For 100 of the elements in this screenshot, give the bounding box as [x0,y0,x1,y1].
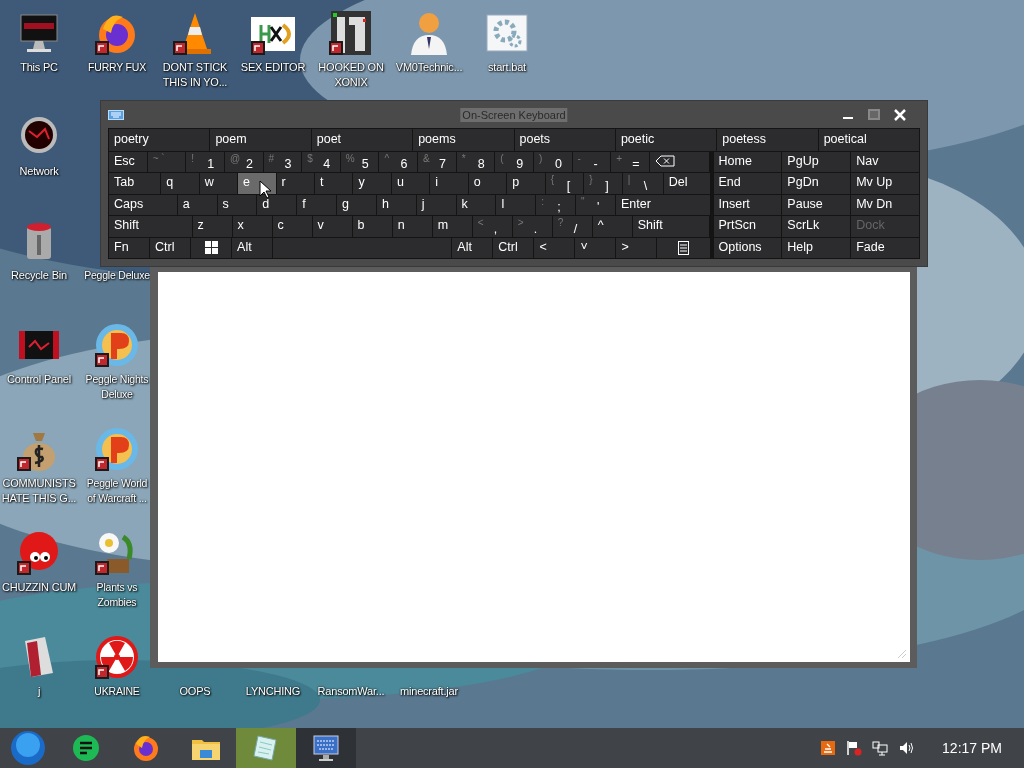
keyboard-key[interactable]: End [713,173,782,194]
keyboard-key[interactable]: m [432,216,472,237]
keyboard-key[interactable]: } ] [584,173,622,194]
keyboard-key[interactable]: + = [611,152,649,173]
keyboard-key[interactable]: - - [572,152,611,173]
keyboard-key[interactable]: < , [472,216,512,237]
keyboard-key[interactable]: ) 0 [533,152,572,173]
icon-label[interactable]: Recycle Bin [0,268,78,283]
icon-label[interactable]: This PC [0,60,78,75]
radiation-icon[interactable] [93,633,141,681]
keyboard-key[interactable]: Mv Dn [851,194,919,216]
keyboard-key[interactable]: | \ [622,173,663,194]
keyboard-key[interactable]: t [315,173,353,194]
close-icon[interactable] [894,108,906,121]
keyboard-key[interactable]: l [496,194,536,216]
word-suggestion[interactable]: poetry [109,129,210,151]
keyboard-key[interactable]: > . [512,216,552,237]
menu-key[interactable] [657,237,710,259]
maximize-icon[interactable] [868,108,880,121]
word-suggestion[interactable]: poetic [615,129,717,151]
keyboard-key[interactable]: @ 2 [224,152,263,173]
speaker-icon[interactable] [898,740,915,756]
keyboard-key[interactable]: Enter [615,194,710,216]
taskbar-button[interactable] [296,728,356,768]
keyboard-key[interactable]: Tab [109,173,161,194]
keyboard-key[interactable]: v [312,216,352,237]
keyboard-key[interactable]: p [507,173,545,194]
keyboard-key[interactable]: # 3 [263,152,302,173]
keyboard-key[interactable]: c [272,216,312,237]
icon-label[interactable]: minecraft.jar [390,684,468,699]
keyboard-key[interactable]: PgDn [782,173,851,194]
keyboard-key[interactable]: h [376,194,416,216]
keyboard-key[interactable]: Alt [452,237,493,259]
word-suggestion[interactable]: poet [311,129,413,151]
keyboard-key[interactable]: o [468,173,507,194]
keyboard-key[interactable]: Del [663,173,710,194]
backspace-key[interactable] [649,152,710,173]
keyboard-key[interactable]: ( 9 [495,152,533,173]
keyboard-key[interactable]: w [199,173,238,194]
keyboard-key[interactable]: Insert [713,194,782,216]
keyboard-key[interactable]: Fade [851,237,919,259]
keyboard-key[interactable]: s [217,194,257,216]
peggle-icon[interactable] [93,321,141,369]
word-suggestion[interactable]: poetical [818,129,919,151]
keyboard-key[interactable]: Esc [109,152,147,173]
icon-label[interactable]: j [0,684,78,699]
flag-icon[interactable] [846,740,863,756]
keyboard-key[interactable]: x [232,216,272,237]
icon-label[interactable]: LYNCHING [234,684,312,699]
keyboard-key[interactable]: ^ [592,216,632,237]
keyboard-key[interactable]: Ctrl [150,237,191,259]
keyboard-key[interactable]: a [177,194,217,216]
keyboard-key[interactable]: Shift [109,216,192,237]
keyboard-key[interactable]: Options [713,237,782,259]
keyboard-key[interactable]: ScrLk [782,216,851,237]
network-icon[interactable] [872,740,889,756]
icon-label[interactable]: Network [0,164,78,179]
keyboard-key[interactable]: i [430,173,468,194]
keyboard-key[interactable]: ! 1 [186,152,224,173]
keyboard-key[interactable]: Ctrl [493,237,534,259]
keyboard-key[interactable]: * 8 [456,152,495,173]
keyboard-key[interactable]: n [392,216,432,237]
clock[interactable]: 12:17 PM [942,740,1002,756]
keyboard-key[interactable]: : ; [536,194,576,216]
keyboard-key[interactable]: > [616,237,657,259]
keyboard-key[interactable]: ˅ [575,237,616,259]
keyboard-key[interactable]: ^ 6 [379,152,417,173]
keyboard-key[interactable]: Home [713,152,782,173]
icon-label[interactable]: DONT STICK THIS IN YO... [156,60,234,90]
keyboard-key[interactable]: q [161,173,199,194]
keyboard-key[interactable]: k [456,194,496,216]
windows-key[interactable] [191,237,232,259]
icon-label[interactable]: UKRAINE [83,684,151,699]
keyboard-key[interactable]: < [534,237,575,259]
keyboard-key[interactable]: Caps [109,194,177,216]
keyboard-key[interactable]: Shift [632,216,710,237]
keyboard-key[interactable]: j [416,194,456,216]
icon-label[interactable]: SEX EDITOR [234,60,312,75]
icon-label[interactable]: FURRY FUX [83,60,151,75]
keyboard-key[interactable]: PrtScn [713,216,782,237]
keyboard-key[interactable]: $ 4 [302,152,340,173]
keyboard-key[interactable]: Help [782,237,851,259]
keyboard-key[interactable]: g [337,194,376,216]
keyboard-key[interactable]: Nav [851,152,919,173]
keyboard-key[interactable]: d [257,194,297,216]
keyboard-key[interactable]: ? / [552,216,592,237]
keyboard-key[interactable]: f [297,194,337,216]
keyboard-key[interactable]: r [276,173,314,194]
keyboard-key[interactable]: & 7 [418,152,456,173]
keyboard-key[interactable]: PgUp [782,152,851,173]
app-tray-icon[interactable] [820,740,837,756]
keyboard-key[interactable]: b [352,216,392,237]
icon-label[interactable]: Peggle Deluxe [83,268,151,283]
word-suggestion[interactable]: poems [413,129,514,151]
keyboard-key[interactable]: Mv Up [851,173,919,194]
keyboard-key[interactable]: Alt [232,237,273,259]
icon-label[interactable]: OOPS [156,684,234,699]
keyboard-key[interactable]: Fn [109,237,150,259]
resize-grip-icon[interactable] [896,648,908,660]
keyboard-key[interactable]: u [391,173,430,194]
